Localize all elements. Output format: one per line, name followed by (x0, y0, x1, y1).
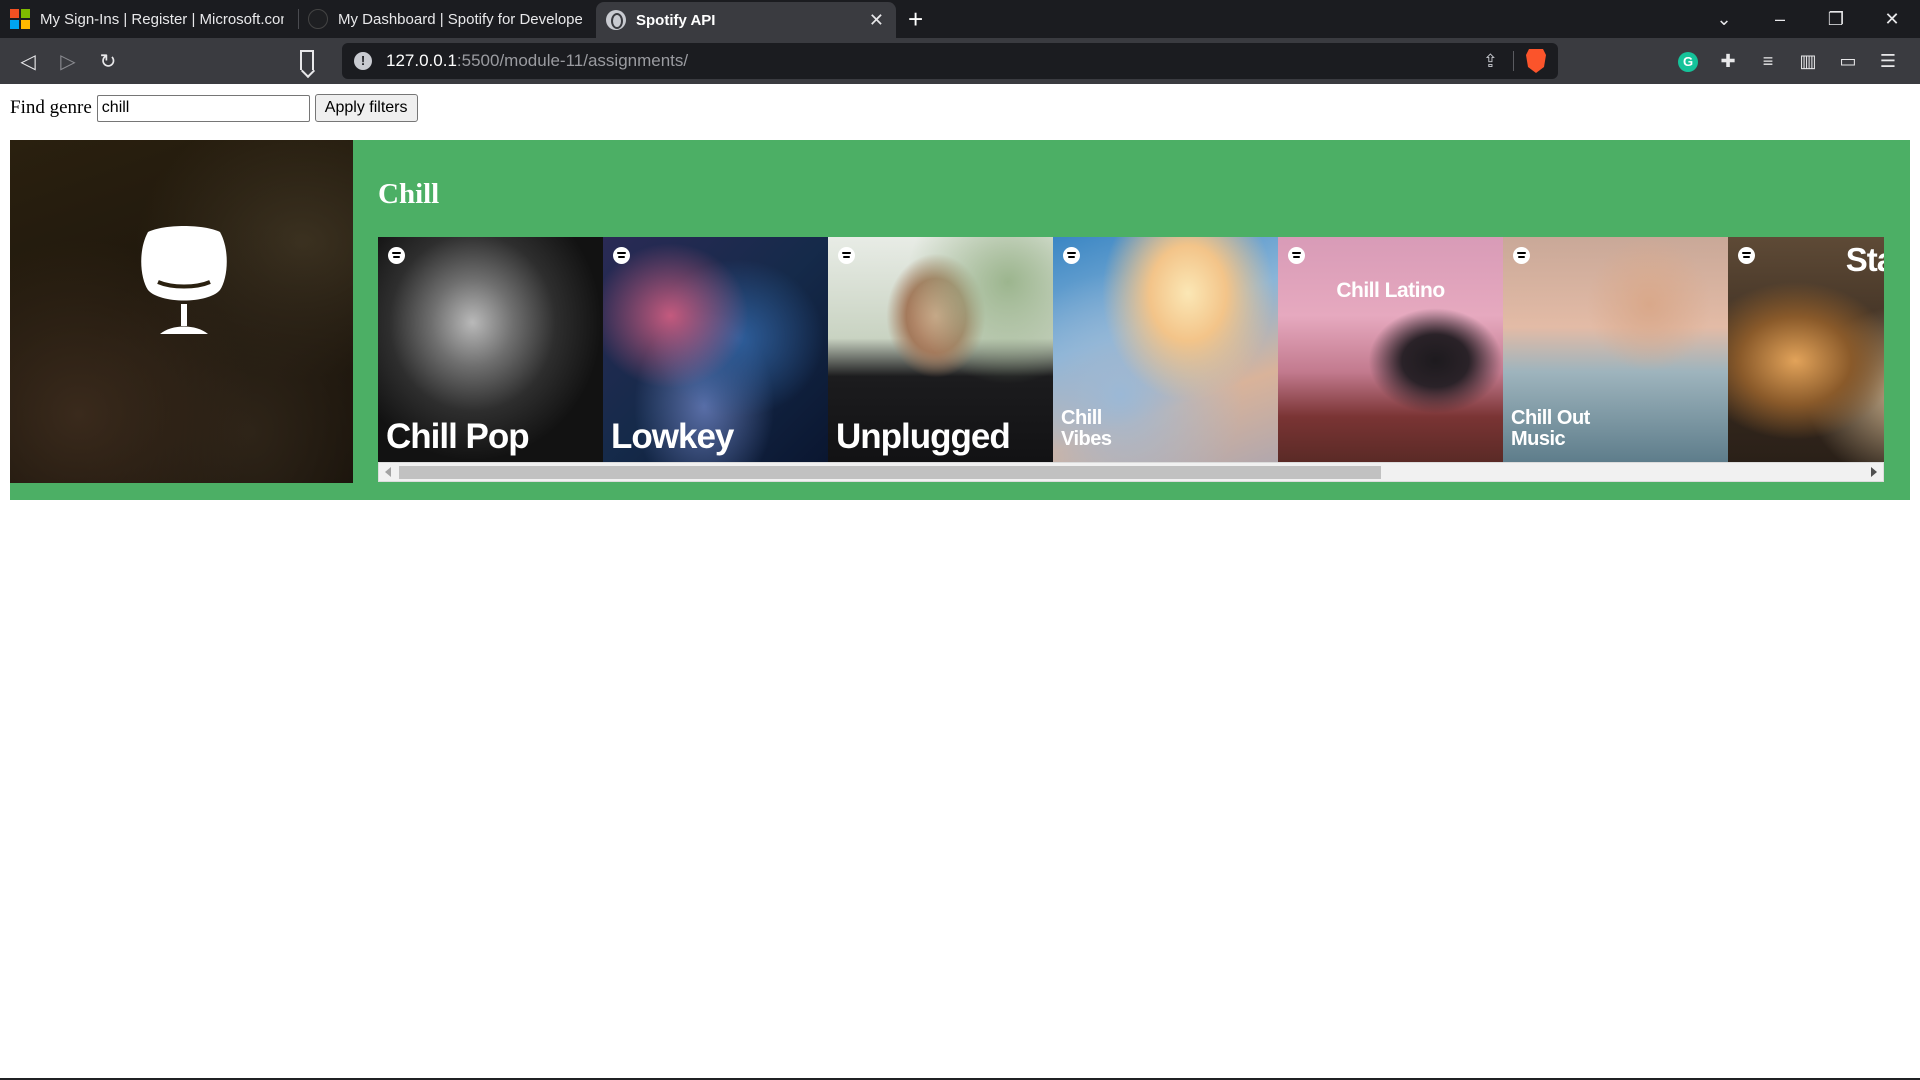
restore-icon[interactable]: ❐ (1808, 9, 1864, 30)
tab-title: My Sign-Ins | Register | Microsoft.com (40, 10, 284, 28)
playlist-title: Lowkey (611, 417, 734, 456)
brave-shields-icon[interactable] (1526, 49, 1546, 73)
armchair-icon (141, 226, 227, 334)
tab-spotify-dashboard[interactable]: My Dashboard | Spotify for Developers (298, 0, 596, 38)
playlist-title-line: Vibes (1061, 428, 1112, 450)
reload-icon[interactable]: ↻ (88, 49, 128, 74)
spotify-icon (1513, 247, 1530, 264)
find-genre-label: Find genre (10, 97, 92, 118)
new-tab-icon[interactable]: + (896, 0, 935, 38)
wallet-icon[interactable]: ▭ (1828, 51, 1868, 72)
playlist-title: Stay in (1845, 241, 1884, 278)
extensions-puzzle-icon[interactable]: ✚ (1708, 51, 1748, 72)
extension-icons: G ✚ ≡ ▥ ▭ ☰ (1668, 38, 1908, 84)
playlist-title: Chill Out Music (1511, 408, 1590, 450)
spotify-icon (308, 9, 328, 29)
tab-search-chevron-icon[interactable]: ⌄ (1696, 9, 1752, 30)
playlist-title-line: Chill Out (1511, 407, 1590, 429)
playlist-title: Chill Pop (386, 417, 530, 456)
playlist-carousel[interactable]: Chill Pop Lowkey Unplugged Chill Vibes C… (378, 237, 1884, 462)
minimize-icon[interactable]: – (1752, 9, 1808, 30)
site-info-icon[interactable]: ! (354, 52, 372, 70)
genre-card: Chill Chill Pop Lowkey Unplugged Chill V… (10, 140, 1910, 500)
microsoft-logo-icon (10, 9, 30, 29)
spotify-icon (1288, 247, 1305, 264)
browser-toolbar: ◁ ▷ ↻ ! 127.0.0.1:5500/module-11/assignm… (0, 38, 1920, 84)
divider (1513, 51, 1514, 71)
filter-form: Find genre Apply filters (10, 94, 418, 122)
back-icon[interactable]: ◁ (8, 49, 48, 74)
url-host: 127.0.0.1 (386, 51, 457, 70)
spotify-icon (613, 247, 630, 264)
playlist-title: Chill Latino (1336, 279, 1445, 302)
close-tab-icon[interactable]: ✕ (869, 10, 884, 31)
globe-icon (606, 10, 626, 30)
spotify-icon (1738, 247, 1755, 264)
playlist-title: Chill Vibes (1061, 408, 1112, 450)
genre-cover-image (10, 140, 353, 483)
spotify-icon (388, 247, 405, 264)
forward-icon[interactable]: ▷ (48, 49, 88, 74)
carousel-scrollbar[interactable] (378, 462, 1884, 482)
genre-search-input[interactable] (96, 94, 310, 122)
tab-title: Spotify API (636, 11, 716, 29)
tab-title: My Dashboard | Spotify for Developers (338, 10, 582, 28)
page-content: Find genre Apply filters Chill Chill Pop (0, 84, 1920, 1080)
sidebar-icon[interactable]: ▥ (1788, 51, 1828, 72)
tab-spotify-api[interactable]: Spotify API ✕ (596, 2, 896, 38)
genre-body: Chill Chill Pop Lowkey Unplugged Chill V… (353, 140, 1910, 500)
playlist-title: Unplugged (836, 417, 1011, 456)
tab-microsoft[interactable]: My Sign-Ins | Register | Microsoft.com (0, 0, 298, 38)
grammarly-icon[interactable]: G (1668, 50, 1708, 72)
playlist-chill-out-music[interactable]: Chill Out Music (1503, 237, 1728, 462)
address-bar[interactable]: ! 127.0.0.1:5500/module-11/assignments/ … (342, 43, 1558, 79)
playlist-chill-pop[interactable]: Chill Pop (378, 237, 603, 462)
playlist-chill-latino[interactable]: Chill Latino (1278, 237, 1503, 462)
bookmark-icon[interactable] (300, 50, 314, 70)
playlist-title-line: Chill (1061, 407, 1102, 429)
menu-icon[interactable]: ☰ (1868, 51, 1908, 72)
playlist-chill-vibes[interactable]: Chill Vibes (1053, 237, 1278, 462)
window-controls: ⌄ – ❐ ✕ (1696, 0, 1920, 38)
share-icon[interactable]: ⇪ (1483, 51, 1498, 72)
genre-title: Chill (378, 178, 440, 210)
playlist-lowkey[interactable]: Lowkey (603, 237, 828, 462)
scroll-left-arrow-icon[interactable] (385, 467, 391, 477)
spotify-icon (1063, 247, 1080, 264)
scroll-right-arrow-icon[interactable] (1871, 467, 1877, 477)
playlist-icon[interactable]: ≡ (1748, 51, 1788, 72)
playlist-stay-in[interactable]: Stay in (1728, 237, 1884, 462)
url-path: :5500/module-11/assignments/ (456, 51, 689, 70)
scrollbar-thumb[interactable] (399, 466, 1381, 479)
close-window-icon[interactable]: ✕ (1864, 9, 1920, 30)
browser-tabstrip: My Sign-Ins | Register | Microsoft.com M… (0, 0, 1920, 38)
playlist-title-line: Music (1511, 428, 1566, 450)
spotify-icon (838, 247, 855, 264)
apply-filters-button[interactable]: Apply filters (314, 94, 418, 122)
playlist-unplugged[interactable]: Unplugged (828, 237, 1053, 462)
